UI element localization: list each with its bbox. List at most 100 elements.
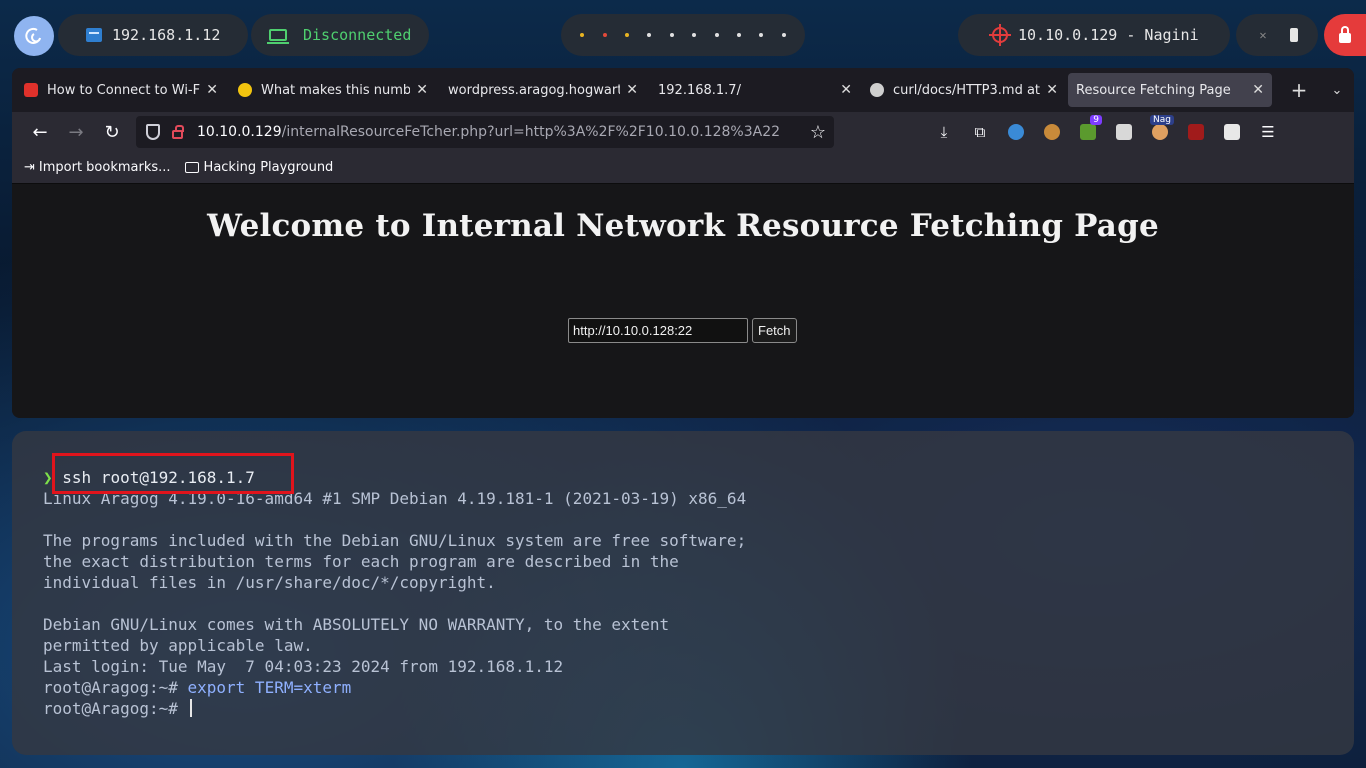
vpn-status-widget[interactable]: Disconnected — [251, 14, 429, 56]
navigation-toolbar: ← → ↻ 10.10.0.129 /internalResourceFeTch… — [12, 112, 1354, 152]
target-widget[interactable]: 10.10.0.129 - Nagini — [958, 14, 1230, 56]
tab-number[interactable]: What makes this numbe ✕ — [230, 73, 436, 107]
tab-title: wordpress.aragog.hogwarts — [448, 82, 621, 98]
tab-close-icon[interactable]: ✕ — [1252, 82, 1264, 98]
tracking-shield-icon[interactable] — [146, 124, 160, 140]
workspace-dot[interactable] — [781, 33, 786, 37]
workspace-dot[interactable] — [714, 33, 719, 37]
new-tab-button[interactable]: + — [1280, 78, 1318, 102]
forward-button[interactable]: → — [58, 117, 94, 147]
volume-muted-icon[interactable]: ✕ — [1256, 28, 1270, 42]
browser-window: How to Connect to Wi-Fi ✕ What makes thi… — [12, 68, 1354, 418]
url-bar[interactable]: 10.10.0.129 /internalResourceFeTcher.php… — [136, 116, 834, 148]
terminal-output-line: Last login: Tue May 7 04:03:23 2024 from… — [43, 657, 564, 676]
workspace-dot[interactable] — [647, 33, 652, 37]
terminal-input-line[interactable]: root@Aragog:~# — [43, 698, 1354, 719]
extension-badge-icon[interactable]: 9 — [1070, 115, 1106, 147]
nag-badge: Nag — [1150, 115, 1174, 125]
tab-close-icon[interactable]: ✕ — [626, 82, 638, 98]
url-host: 10.10.0.129 — [197, 124, 282, 140]
page-content: Welcome to Internal Network Resource Fet… — [12, 184, 1354, 418]
debian-swirl-icon — [25, 27, 41, 44]
annotation-highlight-box — [52, 453, 294, 494]
site-favicon-icon — [24, 83, 38, 97]
workspace-dot[interactable] — [736, 33, 741, 37]
fetch-button[interactable]: Fetch — [752, 318, 797, 343]
app-launcher-button[interactable] — [14, 16, 54, 56]
monitor-icon — [86, 28, 102, 42]
ublock-icon[interactable] — [1178, 117, 1214, 147]
vpn-status-text: Disconnected — [303, 26, 412, 44]
list-tabs-chevron-icon[interactable]: ⌄ — [1322, 83, 1352, 98]
folder-icon — [184, 162, 199, 173]
crosshair-icon — [989, 24, 1011, 46]
tab-close-icon[interactable]: ✕ — [840, 82, 852, 98]
tab-wordpress[interactable]: wordpress.aragog.hogwarts ✕ — [440, 73, 646, 107]
bookmark-label: Import bookmarks... — [38, 160, 171, 175]
user-agent-icon[interactable] — [1106, 117, 1142, 147]
qr-code-icon[interactable] — [1214, 117, 1250, 147]
terminal-output-line: The programs included with the Debian GN… — [43, 531, 747, 550]
terminal-export-line: root@Aragog:~# export TERM=xterm — [43, 677, 1354, 698]
cookie-editor-icon[interactable] — [1034, 117, 1070, 147]
target-text: 10.10.0.129 - Nagini — [1018, 26, 1199, 44]
workspace-switcher[interactable] — [561, 14, 805, 56]
tab-title: Resource Fetching Page — [1076, 82, 1231, 98]
page-title: Welcome to Internal Network Resource Fet… — [207, 208, 1159, 244]
extensions-icon[interactable]: ⧉ — [962, 117, 998, 147]
foxyproxy-icon[interactable] — [998, 117, 1034, 147]
insecure-lock-icon[interactable] — [172, 124, 184, 139]
terminal-output-line: permitted by applicable law. — [43, 636, 313, 655]
avatar-extension-icon[interactable]: Nag — [1142, 115, 1178, 147]
lock-screen-button[interactable] — [1324, 14, 1366, 56]
tab-close-icon[interactable]: ✕ — [416, 82, 428, 98]
tab-close-icon[interactable]: ✕ — [1046, 82, 1058, 98]
extension-badge: 9 — [1090, 115, 1102, 125]
laptop-icon — [267, 29, 289, 44]
root-prompt: root@Aragog:~# — [43, 699, 188, 718]
tab-title: curl/docs/HTTP3.md at m — [893, 82, 1041, 98]
workspace-dot[interactable] — [580, 33, 585, 37]
url-path: /internalResourceFeTcher.php?url=http%3A… — [281, 124, 781, 140]
tab-title: 192.168.1.7/ — [658, 82, 741, 98]
export-command: export TERM=xterm — [187, 678, 352, 697]
tab-title: How to Connect to Wi-Fi — [47, 82, 201, 98]
tab-curl-docs[interactable]: curl/docs/HTTP3.md at m ✕ — [862, 73, 1066, 107]
workspace-dot[interactable] — [624, 33, 629, 37]
tab-bar: How to Connect to Wi-Fi ✕ What makes thi… — [12, 68, 1354, 112]
workspace-dot[interactable] — [692, 33, 697, 37]
back-button[interactable]: ← — [22, 117, 58, 147]
terminal-window[interactable]: ❯ ssh root@192.168.1.7 Linux Aragog 4.19… — [12, 431, 1354, 755]
menu-hamburger-icon[interactable]: ☰ — [1250, 117, 1286, 147]
bookmarks-toolbar: ⇥ Import bookmarks... Hacking Playground — [12, 152, 1354, 184]
bookmark-import[interactable]: ⇥ Import bookmarks... — [24, 160, 171, 175]
workspace-dot[interactable] — [669, 33, 674, 37]
github-favicon-icon — [870, 83, 884, 97]
terminal-output-line: Debian GNU/Linux comes with ABSOLUTELY N… — [43, 615, 670, 634]
downloads-icon[interactable]: ⤓ — [926, 117, 962, 147]
bookmark-label: Hacking Playground — [203, 160, 334, 175]
system-tray[interactable]: ✕ — [1236, 14, 1318, 56]
tab-title: What makes this numbe — [261, 82, 411, 98]
root-prompt: root@Aragog:~# — [43, 678, 188, 697]
local-ip-widget[interactable]: 192.168.1.12 — [58, 14, 248, 56]
fetch-form: Fetch — [568, 318, 797, 343]
bookmark-star-icon[interactable]: ☆ — [810, 122, 826, 143]
text-cursor — [189, 699, 192, 717]
toolbar-icons: ⤓ ⧉ 9 Nag ☰ — [926, 115, 1286, 147]
workspace-dot[interactable] — [602, 33, 607, 37]
lock-icon — [1339, 26, 1351, 43]
import-icon: ⇥ — [24, 160, 35, 175]
terminal-output-line: the exact distribution terms for each pr… — [43, 552, 679, 571]
tab-192[interactable]: 192.168.1.7/ ✕ — [650, 73, 860, 107]
reload-button[interactable]: ↻ — [94, 117, 130, 147]
url-input[interactable] — [568, 318, 748, 343]
tab-resource-fetching[interactable]: Resource Fetching Page ✕ — [1068, 73, 1272, 107]
tab-wifi[interactable]: How to Connect to Wi-Fi ✕ — [16, 73, 226, 107]
tab-close-icon[interactable]: ✕ — [206, 82, 218, 98]
workspace-dot[interactable] — [759, 33, 764, 37]
terminal-output-line: individual files in /usr/share/doc/*/cop… — [43, 573, 496, 592]
bookmark-hacking-playground[interactable]: Hacking Playground — [184, 160, 334, 175]
